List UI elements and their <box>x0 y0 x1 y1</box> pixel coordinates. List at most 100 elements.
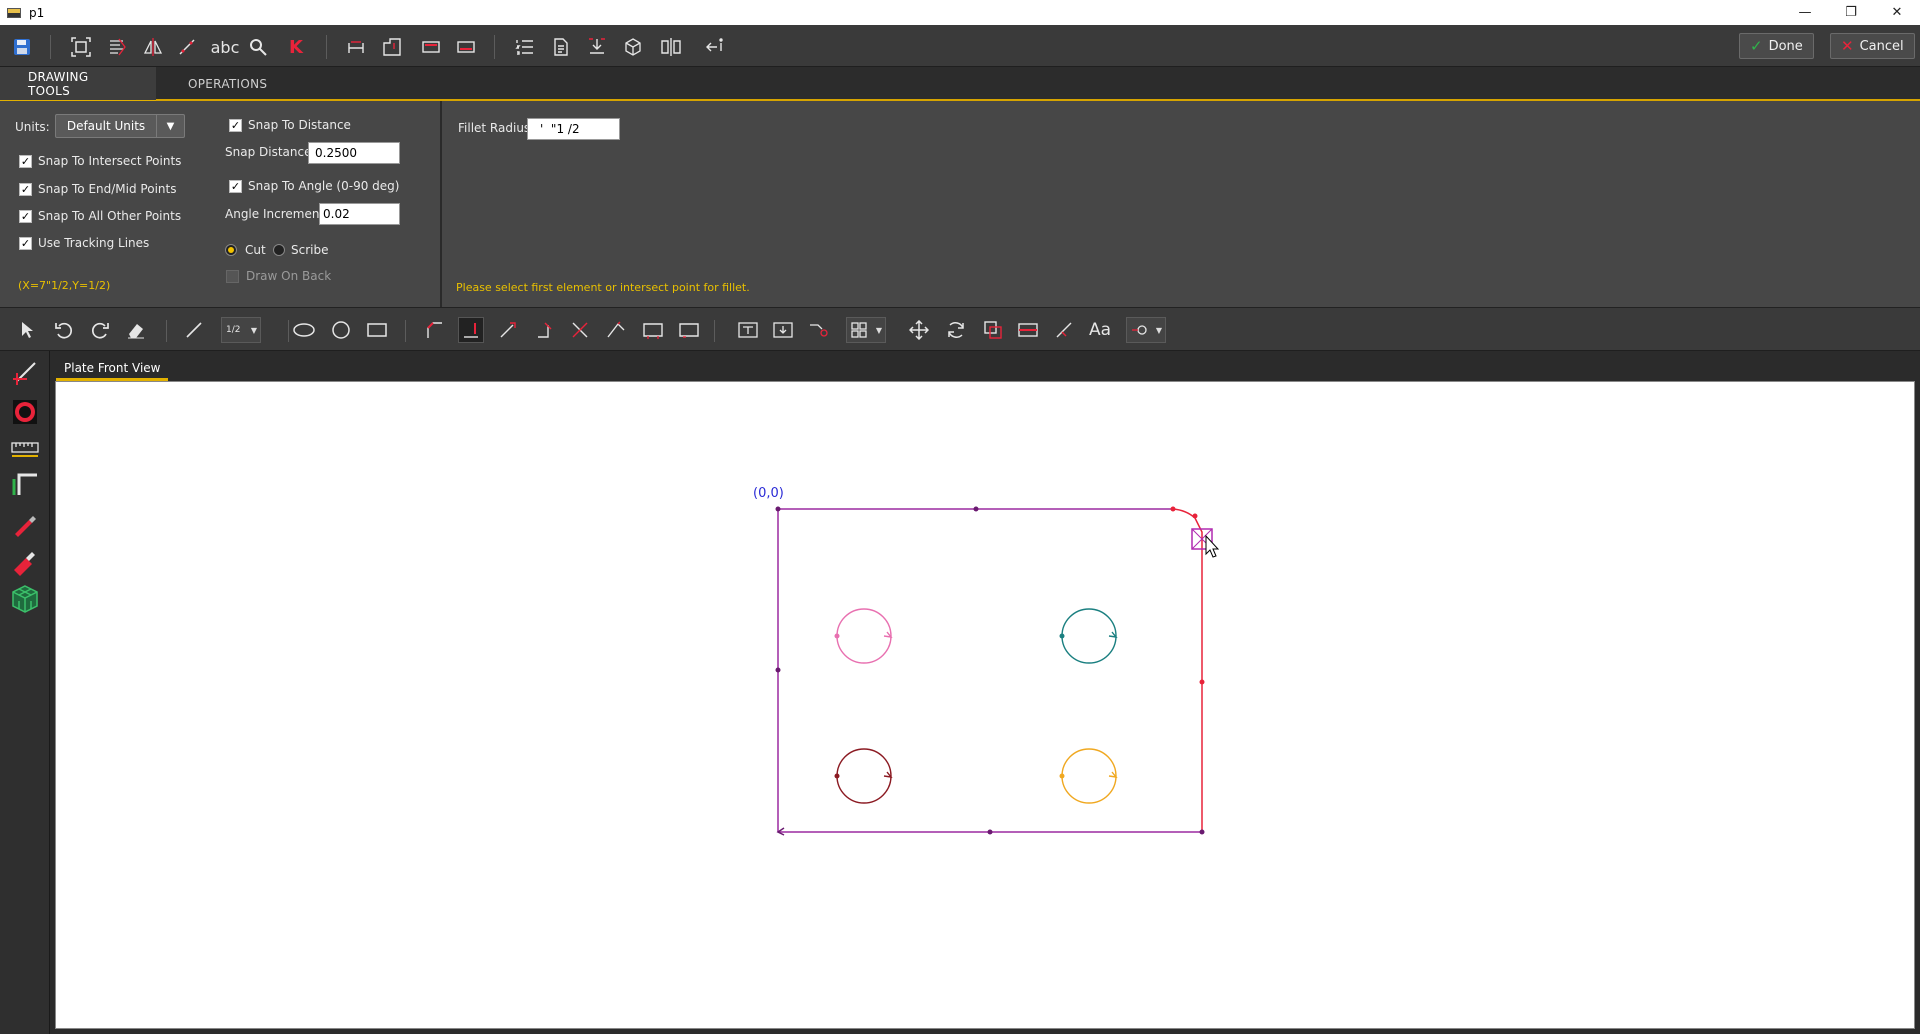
notch-icon[interactable] <box>379 34 405 60</box>
hole-top-left[interactable] <box>834 608 893 664</box>
angle-increment-label: Angle Increment: <box>225 207 329 221</box>
fillet-radius-label: Fillet Radius <box>458 121 531 135</box>
cope-top-icon[interactable] <box>418 34 444 60</box>
numbered-list-icon[interactable] <box>512 34 538 60</box>
hole-bottom-left[interactable] <box>834 748 893 804</box>
k-icon[interactable]: K <box>283 34 309 60</box>
mirror-icon[interactable] <box>140 34 166 60</box>
midpoint-marker <box>1199 679 1205 685</box>
snap-angle-check-label: Snap To Angle (0-90 deg) <box>248 179 400 193</box>
numbering-dropdown[interactable]: 1/2 <box>221 317 261 343</box>
hatch-icon[interactable] <box>104 34 130 60</box>
break-icon[interactable] <box>603 317 629 343</box>
draw-on-back-checkbox[interactable] <box>226 270 239 283</box>
snap-distance-label: Snap Distance: <box>225 145 316 159</box>
text-style-icon[interactable]: Aa <box>1087 317 1113 343</box>
trim-icon[interactable] <box>567 317 593 343</box>
split-icon[interactable] <box>658 34 684 60</box>
snap-other-label: Snap To All Other Points <box>38 209 182 223</box>
align-bottom-icon[interactable] <box>584 34 610 60</box>
snap-intersect-checkbox[interactable]: ✓ <box>19 155 32 168</box>
snap-other-checkbox[interactable]: ✓ <box>19 210 32 223</box>
sketch-line-icon[interactable] <box>10 358 40 388</box>
move-icon[interactable] <box>906 317 932 343</box>
copy-icon[interactable] <box>980 317 1006 343</box>
corner-icon[interactable] <box>532 317 558 343</box>
snap-distance-field[interactable] <box>308 142 400 164</box>
view-tabs: Plate Front View <box>50 351 1920 381</box>
dimension-icon[interactable] <box>343 34 369 60</box>
units-label: Units: <box>15 120 50 134</box>
rectangle-cut-icon[interactable] <box>676 317 702 343</box>
undo-icon[interactable] <box>51 317 77 343</box>
eraser-icon[interactable] <box>123 317 149 343</box>
app-icon <box>7 7 21 18</box>
ruler-icon[interactable] <box>10 433 40 463</box>
zoom-icon[interactable] <box>245 34 271 60</box>
redo-icon[interactable] <box>87 317 113 343</box>
marker-icon[interactable] <box>10 509 40 539</box>
hole-bottom-right[interactable] <box>1059 748 1118 804</box>
bolt-hole-icon[interactable] <box>735 317 761 343</box>
torch-icon[interactable] <box>10 547 40 577</box>
snap-endmid-checkbox[interactable]: ✓ <box>19 183 32 196</box>
snap-distance-check-label: Snap To Distance <box>248 118 351 132</box>
status-message: Please select first element or intersect… <box>456 281 750 294</box>
cope-bottom-icon[interactable] <box>453 34 479 60</box>
angle-tool-icon[interactable] <box>10 468 40 498</box>
rectangle-tool-icon[interactable] <box>364 317 390 343</box>
offset-icon[interactable] <box>640 317 666 343</box>
tracking-lines-checkbox[interactable]: ✓ <box>19 237 32 250</box>
3d-view-icon[interactable] <box>10 584 40 614</box>
x-icon: ✕ <box>1841 37 1854 55</box>
restore-button[interactable]: ❐ <box>1828 0 1874 25</box>
chamfer-icon[interactable] <box>422 317 448 343</box>
hole-top-right[interactable] <box>1059 608 1118 664</box>
stretch-icon[interactable] <box>1015 317 1041 343</box>
text-tool-icon[interactable]: abc <box>208 34 242 60</box>
snap-distance-checkbox[interactable]: ✓ <box>229 119 242 132</box>
weld-dropdown[interactable] <box>1126 317 1166 343</box>
snap-intersect-label: Snap To Intersect Points <box>38 154 182 168</box>
tab-operations[interactable]: OPERATIONS <box>160 67 295 101</box>
units-dropdown[interactable]: Default Units ▼ <box>55 114 185 138</box>
rotate-icon[interactable] <box>943 317 969 343</box>
document-icon[interactable] <box>548 34 574 60</box>
left-toolbar <box>0 351 50 1034</box>
ellipse-tool-icon[interactable] <box>291 317 317 343</box>
minimize-button[interactable]: — <box>1782 0 1828 25</box>
zoom-extents-icon[interactable] <box>68 34 94 60</box>
tab-plate-front-view[interactable]: Plate Front View <box>56 357 169 381</box>
snap-angle-checkbox[interactable]: ✓ <box>229 180 242 193</box>
done-button[interactable]: ✓ Done <box>1739 33 1814 59</box>
hole-tool-icon[interactable] <box>10 397 40 427</box>
drawing-canvas[interactable]: (0,0) <box>55 381 1915 1029</box>
cut-radio[interactable] <box>225 244 237 256</box>
plate-right-edge-selected[interactable] <box>1172 508 1203 832</box>
done-label: Done <box>1768 38 1803 54</box>
measure-line-icon[interactable] <box>174 34 200 60</box>
panel-divider <box>440 101 442 307</box>
slot-icon[interactable] <box>806 317 832 343</box>
coordinate-readout: (X=7"1/2,Y=1/2) <box>18 279 111 292</box>
tab-drawing-tools[interactable]: DRAWING TOOLS <box>0 67 156 103</box>
scale-icon[interactable] <box>1051 317 1077 343</box>
line-tool-icon[interactable] <box>181 317 207 343</box>
draw-on-back-label: Draw On Back <box>246 269 332 283</box>
pattern-dropdown[interactable] <box>846 317 886 343</box>
vertex-marker <box>1170 506 1176 512</box>
extend-icon[interactable] <box>495 317 521 343</box>
insert-hole-icon[interactable] <box>770 317 796 343</box>
fillet-icon[interactable] <box>458 317 484 343</box>
insert-left-icon[interactable] <box>702 34 728 60</box>
options-panel: Units: Default Units ▼ ✓ Snap To Interse… <box>0 101 1920 307</box>
circle-tool-icon[interactable] <box>328 317 354 343</box>
angle-increment-field[interactable] <box>319 203 400 225</box>
fillet-radius-field[interactable] <box>527 118 620 140</box>
save-icon[interactable] <box>9 34 35 60</box>
scribe-radio[interactable] <box>273 244 285 256</box>
close-button[interactable]: ✕ <box>1874 0 1920 25</box>
select-pointer-icon[interactable] <box>14 317 40 343</box>
3d-box-icon[interactable] <box>620 34 646 60</box>
cancel-button[interactable]: ✕ Cancel <box>1830 33 1915 59</box>
